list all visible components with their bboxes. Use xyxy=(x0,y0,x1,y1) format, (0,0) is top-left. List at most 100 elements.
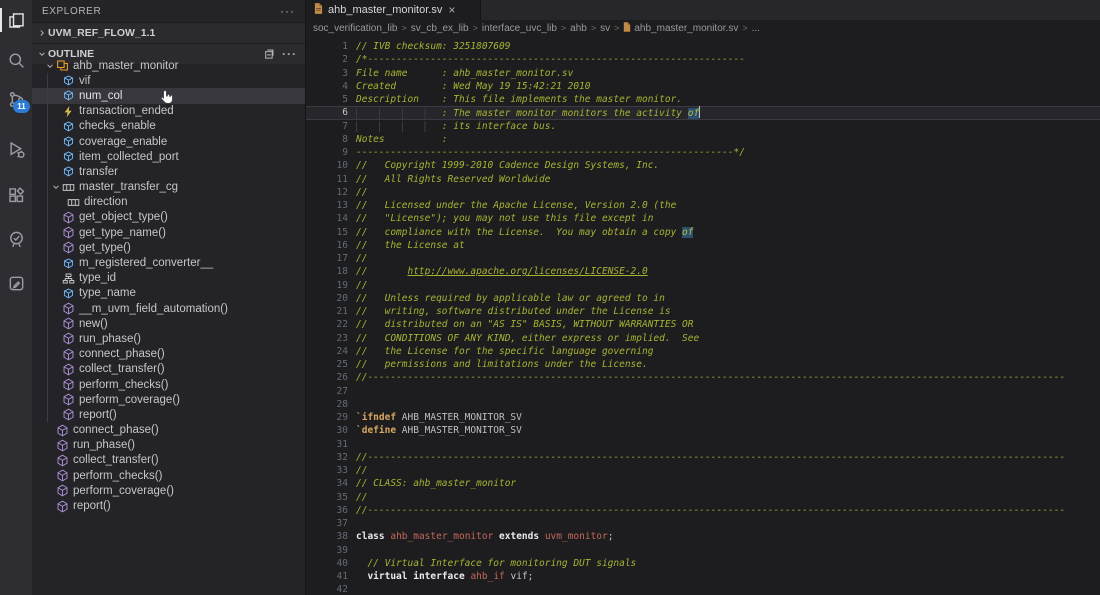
code-line-9: 9---------------------------------------… xyxy=(306,146,1100,159)
activity-testing-icon[interactable] xyxy=(0,226,32,252)
outline-item-direction[interactable]: direction xyxy=(32,195,305,210)
outline-item-run_phase[interactable]: run_phase() xyxy=(32,438,305,453)
symbol-field-icon xyxy=(62,287,75,300)
line-text: class ahb_master_monitor extends uvm_mon… xyxy=(356,530,613,543)
outline-item-perform_checks[interactable]: perform_checks() xyxy=(32,468,305,483)
outline-item-m_registered_converter__[interactable]: m_registered_converter__ xyxy=(32,255,305,270)
symbol-method-icon xyxy=(62,393,75,406)
outline-item-label: vif xyxy=(79,75,91,87)
outline-item-transfer[interactable]: transfer xyxy=(32,164,305,179)
breadcrumb: soc_verification_lib>sv_cb_ex_lib>interf… xyxy=(306,20,1100,36)
sidebar-more-icon[interactable]: ··· xyxy=(280,8,295,14)
line-text: // xyxy=(356,186,367,199)
code-line-39: 39 xyxy=(306,544,1100,557)
symbol-struct-icon xyxy=(67,196,80,209)
outline-item-item_collected_port[interactable]: item_collected_port xyxy=(32,149,305,164)
breadcrumb-item[interactable]: interface_uvc_lib xyxy=(482,23,557,34)
activity-run-debug-icon[interactable] xyxy=(0,136,32,162)
outline-item-get_type_name[interactable]: get_type_name() xyxy=(32,225,305,240)
code-line-41: 41 virtual interface ahb_if vif; xyxy=(306,570,1100,583)
outline-item-collect_transfer[interactable]: collect_transfer() xyxy=(32,362,305,377)
symbol-field-icon xyxy=(62,120,75,133)
sidebar-header: EXPLORER ··· xyxy=(32,0,305,22)
twistie-spacer xyxy=(50,151,62,163)
line-text: // http://www.apache.org/licenses/LICENS… xyxy=(356,265,648,278)
outline-item-__m_uvm_field_automation[interactable]: __m_uvm_field_automation() xyxy=(32,301,305,316)
outline-item-coverage_enable[interactable]: coverage_enable xyxy=(32,134,305,149)
outline-item-connect_phase[interactable]: connect_phase() xyxy=(32,423,305,438)
line-text: // xyxy=(356,279,367,292)
line-text: // IVB checksum: 3251807609 xyxy=(356,40,510,53)
line-number: 1 xyxy=(306,40,348,53)
outline-more-icon[interactable]: ··· xyxy=(282,51,297,57)
breadcrumb-separator: > xyxy=(742,23,747,33)
code-line-30: 30`define AHB_MASTER_MONITOR_SV xyxy=(306,424,1100,437)
breadcrumb-item[interactable]: ... xyxy=(752,23,760,34)
outline-item-run_phase[interactable]: run_phase() xyxy=(32,331,305,346)
line-number: 25 xyxy=(306,358,348,371)
breadcrumb-item[interactable]: ahb_master_monitor.sv xyxy=(634,23,738,34)
line-number: 35 xyxy=(306,491,348,504)
outline-item-label: perform_coverage() xyxy=(79,394,180,406)
symbol-method-icon xyxy=(56,469,69,482)
code-line-15: 15// compliance with the License. You ma… xyxy=(306,226,1100,239)
symbol-method-icon xyxy=(56,484,69,497)
outline-item-type_id[interactable]: type_id xyxy=(32,271,305,286)
code-line-5: 5Description : This file implements the … xyxy=(306,93,1100,106)
line-number: 34 xyxy=(306,477,348,490)
outline-item-vif[interactable]: vif xyxy=(32,73,305,88)
outline-item-get_object_type[interactable]: get_object_type() xyxy=(32,210,305,225)
outline-item-perform_checks[interactable]: perform_checks() xyxy=(32,377,305,392)
outline-item-num_col[interactable]: num_col xyxy=(32,88,305,103)
outline-item-label: collect_transfer() xyxy=(73,454,159,466)
outline-item-report[interactable]: report() xyxy=(32,407,305,422)
breadcrumb-item[interactable]: sv_cb_ex_lib xyxy=(411,23,469,34)
twistie-spacer xyxy=(44,485,56,497)
outline-item-ahb_master_monitor[interactable]: ahb_master_monitor xyxy=(32,58,305,73)
outline-item-checks_enable[interactable]: checks_enable xyxy=(32,119,305,134)
outline-item-connect_phase[interactable]: connect_phase() xyxy=(32,347,305,362)
twistie-spacer xyxy=(50,242,62,254)
breadcrumb-item[interactable]: soc_verification_lib xyxy=(313,23,398,34)
activity-search-icon[interactable] xyxy=(0,47,32,73)
code-line-37: 37 xyxy=(306,517,1100,530)
outline-item-label: type_id xyxy=(79,272,116,284)
breadcrumb-item[interactable]: sv xyxy=(600,23,610,34)
section-uvm-ref-flow[interactable]: UVM_REF_FLOW_1.1 xyxy=(32,22,305,43)
outline-item-get_type[interactable]: get_type() xyxy=(32,240,305,255)
twistie-spacer xyxy=(50,379,62,391)
breadcrumb-item[interactable]: ahb xyxy=(570,23,587,34)
line-number: 14 xyxy=(306,212,348,225)
symbol-class-icon xyxy=(56,59,69,72)
outline-item-type_name[interactable]: type_name xyxy=(32,286,305,301)
symbol-typedef-icon xyxy=(62,272,75,285)
activity-explorer-icon[interactable] xyxy=(0,7,32,33)
outline-tree: ahb_master_monitorvifnum_coltransaction_… xyxy=(32,58,305,514)
outline-item-perform_coverage[interactable]: perform_coverage() xyxy=(32,483,305,498)
line-text: // "License"); you may not use this file… xyxy=(356,212,653,225)
symbol-method-icon xyxy=(62,241,75,254)
code-editor[interactable]: 1// IVB checksum: 32518076092/*---------… xyxy=(306,36,1100,595)
activity-source-control-icon[interactable]: 11 xyxy=(0,86,32,112)
line-number: 30 xyxy=(306,424,348,437)
outline-item-label: connect_phase() xyxy=(79,348,165,360)
outline-item-report[interactable]: report() xyxy=(32,498,305,513)
outline-item-master_transfer_cg[interactable]: master_transfer_cg xyxy=(32,180,305,195)
chevron-down-icon[interactable] xyxy=(50,181,62,193)
outline-item-perform_coverage[interactable]: perform_coverage() xyxy=(32,392,305,407)
outline-item-label: new() xyxy=(79,318,108,330)
close-icon[interactable]: × xyxy=(448,5,455,15)
outline-item-collect_transfer[interactable]: collect_transfer() xyxy=(32,453,305,468)
chevron-down-icon[interactable] xyxy=(44,60,56,72)
tab-ahb-master-monitor[interactable]: ahb_master_monitor.sv × xyxy=(306,0,481,20)
line-text: // CONDITIONS OF ANY KIND, either expres… xyxy=(356,332,699,345)
outline-item-label: item_collected_port xyxy=(79,151,179,163)
activity-extensions-icon[interactable] xyxy=(0,182,32,208)
outline-item-new[interactable]: new() xyxy=(32,316,305,331)
line-number: 12 xyxy=(306,186,348,199)
activity-edit-note-icon[interactable] xyxy=(0,270,32,296)
line-number: 22 xyxy=(306,318,348,331)
explorer-sidebar: EXPLORER ··· UVM_REF_FLOW_1.1 OUTLINE ··… xyxy=(32,0,305,595)
outline-item-transaction_ended[interactable]: transaction_ended xyxy=(32,104,305,119)
chevron-right-icon xyxy=(36,27,48,39)
